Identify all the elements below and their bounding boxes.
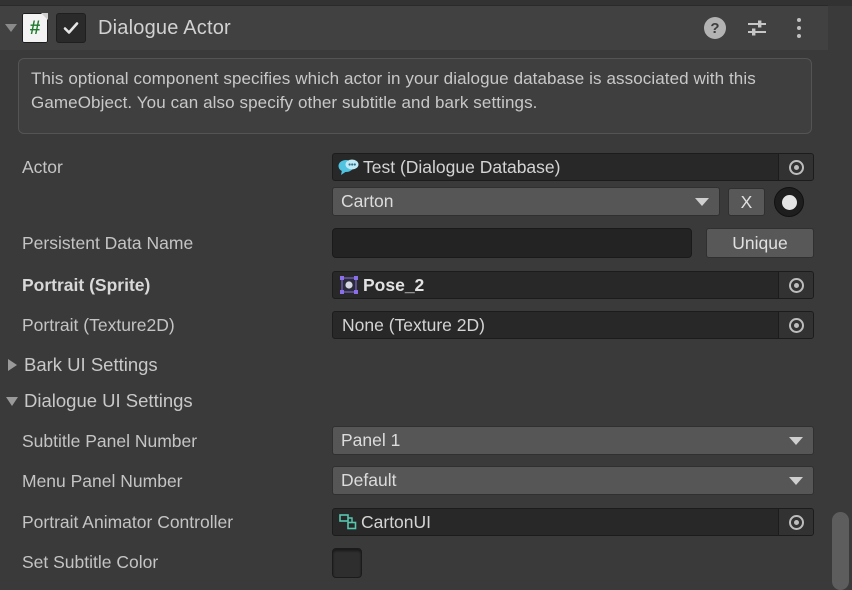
- subtitle-panel-number-value: Panel 1: [341, 430, 401, 450]
- row-actor-dropdown: Carton X: [0, 185, 828, 219]
- target-icon: [788, 277, 804, 293]
- header-icon-group: ?: [702, 15, 812, 41]
- section-dialogue-ui-settings[interactable]: Dialogue UI Settings: [0, 384, 828, 418]
- row-portrait-animator-controller: Portrait Animator Controller CartonUI: [0, 505, 828, 539]
- help-icon[interactable]: ?: [702, 15, 728, 41]
- portrait-animator-controller-picker-button[interactable]: [778, 509, 813, 535]
- label-persistent-data-name: Persistent Data Name: [22, 232, 194, 253]
- row-portrait-texture2d: Portrait (Texture2D) None (Texture 2D): [0, 308, 828, 342]
- row-persistent-data-name: Persistent Data Name Unique: [0, 226, 828, 260]
- portrait-sprite-object-field[interactable]: Pose_2: [332, 271, 814, 299]
- component-body: This optional component specifies which …: [0, 50, 828, 586]
- row-set-subtitle-color: Set Subtitle Color: [0, 545, 828, 579]
- chevron-down-icon: [789, 436, 803, 445]
- unity-inspector-panel: # Dialogue Actor ? This optional compone…: [0, 0, 852, 590]
- portrait-animator-controller-object-field[interactable]: CartonUI: [332, 508, 814, 536]
- bark-ui-settings-label: Bark UI Settings: [24, 354, 158, 375]
- target-icon: [788, 317, 804, 333]
- sprite-icon: [338, 275, 360, 295]
- actor-object-field[interactable]: Test (Dialogue Database): [332, 153, 814, 181]
- component-header[interactable]: # Dialogue Actor ?: [0, 6, 828, 51]
- set-subtitle-color-checkbox[interactable]: [332, 548, 362, 578]
- row-portrait-sprite: Portrait (Sprite) Pose_2: [0, 268, 828, 302]
- help-icon-glyph: ?: [704, 17, 726, 39]
- component-enabled-checkbox[interactable]: [56, 13, 86, 43]
- label-portrait-sprite: Portrait (Sprite): [22, 274, 151, 295]
- actor-name-dropdown[interactable]: Carton: [332, 187, 720, 216]
- dot-icon: [781, 194, 797, 210]
- target-icon: [788, 159, 804, 175]
- row-subtitle-panel-number: Subtitle Panel Number Panel 1: [0, 424, 828, 458]
- portrait-texture2d-value: None (Texture 2D): [342, 314, 485, 335]
- row-actor: Actor Test (Dialogue Database): [0, 150, 828, 184]
- dialogue-database-icon: [338, 157, 360, 177]
- chevron-down-icon: [789, 476, 803, 485]
- preset-icon[interactable]: [744, 15, 770, 41]
- label-menu-panel-number: Menu Panel Number: [22, 470, 183, 491]
- dialogue-ui-settings-label: Dialogue UI Settings: [24, 390, 193, 411]
- chevron-down-icon: [695, 197, 709, 206]
- chevron-down-icon: [5, 24, 17, 32]
- actor-clear-button[interactable]: X: [728, 188, 765, 216]
- label-subtitle-panel-number: Subtitle Panel Number: [22, 430, 198, 451]
- more-menu-icon[interactable]: [786, 15, 812, 41]
- section-bark-ui-settings[interactable]: Bark UI Settings: [0, 348, 828, 382]
- actor-object-picker-button[interactable]: [778, 154, 813, 180]
- csharp-script-icon: #: [22, 13, 48, 43]
- unique-button[interactable]: Unique: [706, 228, 814, 258]
- actor-dropdown-value: Carton: [341, 191, 394, 211]
- chevron-right-icon: [7, 359, 17, 371]
- row-menu-panel-number: Menu Panel Number Default: [0, 464, 828, 498]
- component-foldout-toggle[interactable]: [0, 6, 22, 50]
- animator-controller-icon: [338, 512, 358, 532]
- menu-panel-number-value: Default: [341, 470, 397, 490]
- check-icon: [63, 22, 79, 34]
- portrait-animator-controller-value: CartonUI: [361, 511, 432, 532]
- kebab-icon: [797, 18, 801, 38]
- vertical-scrollbar[interactable]: [828, 6, 852, 590]
- label-actor: Actor: [22, 156, 63, 177]
- actor-object-value: Test (Dialogue Database): [363, 156, 561, 177]
- portrait-texture2d-picker-button[interactable]: [778, 312, 813, 338]
- label-portrait-animator-controller: Portrait Animator Controller: [22, 511, 234, 532]
- chevron-down-icon: [6, 396, 18, 406]
- menu-panel-number-dropdown[interactable]: Default: [332, 466, 814, 495]
- script-glyph: #: [29, 17, 41, 39]
- portrait-texture2d-object-field[interactable]: None (Texture 2D): [332, 311, 814, 339]
- target-icon: [788, 514, 804, 530]
- scrollbar-thumb[interactable]: [832, 512, 849, 590]
- portrait-sprite-picker-button[interactable]: [778, 272, 813, 298]
- actor-select-toggle[interactable]: [774, 187, 804, 217]
- component-title: Dialogue Actor: [98, 16, 231, 39]
- portrait-sprite-value: Pose_2: [363, 274, 425, 295]
- label-set-subtitle-color: Set Subtitle Color: [22, 551, 159, 572]
- dialogue-ui-settings-foldout-toggle[interactable]: [2, 396, 22, 406]
- sliders-icon: [748, 20, 766, 36]
- subtitle-panel-number-dropdown[interactable]: Panel 1: [332, 426, 814, 455]
- persistent-data-name-input[interactable]: [332, 228, 692, 258]
- label-portrait-texture2d: Portrait (Texture2D): [22, 314, 175, 335]
- bark-ui-settings-foldout-toggle[interactable]: [2, 359, 22, 371]
- help-box: This optional component specifies which …: [18, 58, 812, 134]
- help-box-text: This optional component specifies which …: [31, 69, 756, 112]
